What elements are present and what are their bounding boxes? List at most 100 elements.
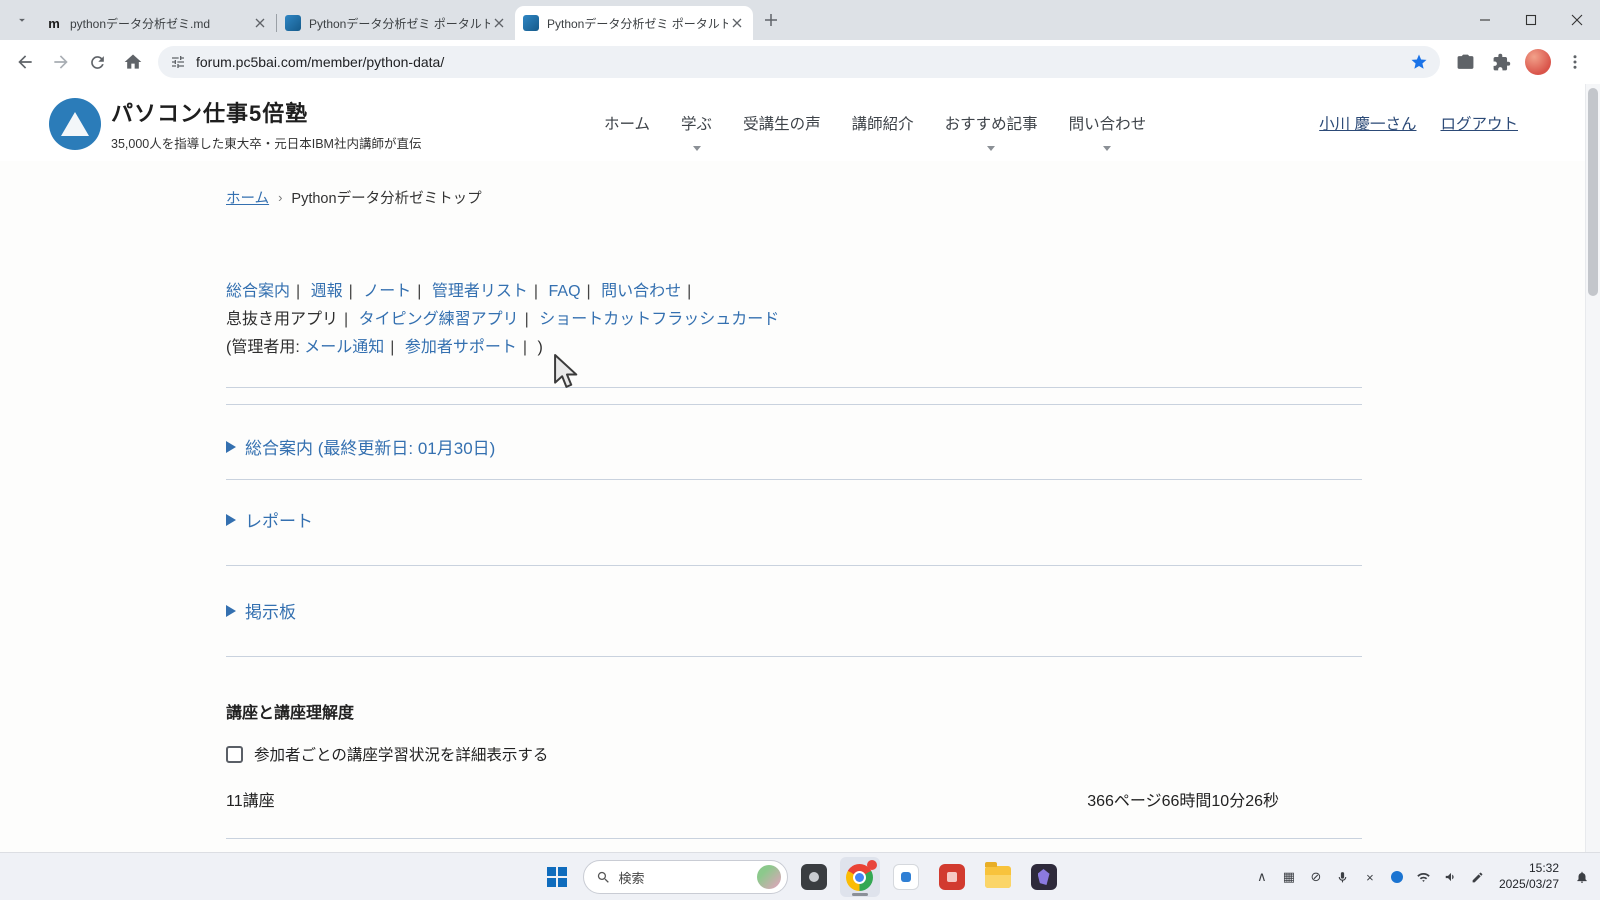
- breadcrumb-home-link[interactable]: ホーム: [226, 187, 269, 208]
- link-mail-notification[interactable]: メール通知: [304, 339, 384, 356]
- file-explorer-icon[interactable]: [978, 857, 1018, 897]
- windows-logo-icon: [547, 867, 567, 887]
- hidden-icons-chevron[interactable]: ∧: [1252, 863, 1272, 891]
- course-detail-checkbox-label[interactable]: 参加者ごとの講座学習状況を詳細表示する: [254, 743, 548, 765]
- app-icon-light[interactable]: [886, 857, 926, 897]
- plus-icon: [764, 13, 778, 27]
- extensions-puzzle-icon[interactable]: [1484, 45, 1518, 79]
- site-info-icon[interactable]: [170, 54, 186, 70]
- markdown-favicon: m: [46, 15, 62, 31]
- link-faq[interactable]: FAQ: [549, 283, 581, 300]
- link-typing-app[interactable]: タイピング練習アプリ: [359, 311, 519, 328]
- maximize-icon: [1525, 14, 1537, 26]
- tray-blocked-icon[interactable]: ⊘: [1306, 863, 1326, 891]
- forward-icon: [51, 52, 71, 72]
- forward-button[interactable]: [44, 45, 78, 79]
- link-shortcut-flashcards[interactable]: ショートカットフラッシュカード: [539, 311, 779, 328]
- close-icon: [1571, 14, 1583, 26]
- home-button[interactable]: [116, 45, 150, 79]
- taskbar-clock[interactable]: 15:32 2025/03/27: [1499, 861, 1559, 892]
- separator: |: [517, 339, 533, 356]
- link-admin-list[interactable]: 管理者リスト: [432, 283, 528, 300]
- bookmark-star-icon[interactable]: [1410, 53, 1428, 71]
- section-report[interactable]: レポート: [226, 507, 1362, 532]
- obsidian-icon[interactable]: [1024, 857, 1064, 897]
- pen-icon[interactable]: [1468, 863, 1488, 891]
- link-general-info[interactable]: 総合案内: [226, 283, 290, 300]
- nav-item-contact[interactable]: 問い合わせ: [1067, 108, 1149, 138]
- taskbar-search[interactable]: 検索: [583, 860, 788, 894]
- page-viewport: パソコン仕事5倍塾 35,000人を指導した東大卒・元日本IBM社内講師が直伝 …: [0, 84, 1600, 852]
- tray-grid-icon[interactable]: ▦: [1279, 863, 1299, 891]
- windows-taskbar: 検索 ∧ ▦ ⊘ × 15:32 2025/03/27: [0, 852, 1600, 900]
- app-icon-dark[interactable]: [794, 857, 834, 897]
- link-participant-support[interactable]: 参加者サポート: [405, 339, 517, 356]
- section-general-info[interactable]: 総合案内 (最終更新日: 01月30日): [226, 434, 1362, 459]
- course-total-duration: 366ページ66時間10分26秒: [1087, 787, 1279, 811]
- tab-title: Pythonデータ分析ゼミ ポータルトッ: [547, 15, 728, 32]
- admin-suffix-label: ): [537, 339, 542, 356]
- search-highlight-image[interactable]: [757, 865, 781, 889]
- tab-search-button[interactable]: [8, 6, 36, 34]
- link-notes[interactable]: ノート: [363, 283, 411, 300]
- tab-close-icon[interactable]: [251, 15, 268, 32]
- nav-item-recommended[interactable]: おすすめ記事: [943, 108, 1040, 138]
- section-bulletin-board[interactable]: 掲示板: [226, 598, 1362, 623]
- notification-badge: [867, 860, 877, 870]
- section-label: 総合案内 (最終更新日: 01月30日): [245, 434, 495, 459]
- back-button[interactable]: [8, 45, 42, 79]
- chrome-taskbar-icon[interactable]: [840, 857, 880, 897]
- browser-tab-portal-2-active[interactable]: Pythonデータ分析ゼミ ポータルトッ: [515, 6, 753, 40]
- scrollbar-thumb[interactable]: [1588, 88, 1598, 296]
- breadcrumb: ホーム › Pythonデータ分析ゼミトップ: [226, 187, 1362, 208]
- separator: |: [290, 283, 306, 300]
- breadcrumb-current: Pythonデータ分析ゼミトップ: [291, 187, 481, 208]
- app-icon-red[interactable]: [932, 857, 972, 897]
- url-text[interactable]: forum.pc5bai.com/member/python-data/: [196, 54, 1400, 70]
- address-bar[interactable]: forum.pc5bai.com/member/python-data/: [158, 46, 1440, 78]
- new-tab-button[interactable]: [757, 6, 785, 34]
- page-scrollbar[interactable]: [1585, 84, 1600, 852]
- course-detail-checkbox-row: 参加者ごとの講座学習状況を詳細表示する: [226, 743, 1362, 765]
- divider: [226, 479, 1362, 480]
- volume-icon[interactable]: [1441, 863, 1461, 891]
- window-maximize-button[interactable]: [1508, 0, 1554, 40]
- logout-link[interactable]: ログアウト: [1440, 112, 1518, 134]
- wifi-icon[interactable]: [1414, 863, 1434, 891]
- profile-avatar[interactable]: [1525, 49, 1551, 75]
- window-close-button[interactable]: [1554, 0, 1600, 40]
- divider: [226, 387, 1362, 388]
- nav-label: 学ぶ: [681, 116, 712, 133]
- chevron-down-icon: [1103, 146, 1111, 151]
- browser-menu-button[interactable]: [1558, 45, 1592, 79]
- divider: [226, 565, 1362, 566]
- nav-item-instructors[interactable]: 講師紹介: [850, 108, 916, 138]
- reload-button[interactable]: [80, 45, 114, 79]
- separator: |: [338, 311, 354, 328]
- search-icon: [596, 870, 611, 885]
- user-name-link[interactable]: 小川 慶一さん: [1319, 112, 1416, 134]
- link-contact[interactable]: 問い合わせ: [601, 283, 681, 300]
- notification-bell-icon[interactable]: [1572, 863, 1592, 891]
- quick-links-row-3: (管理者用: メール通知| 参加者サポート| ): [226, 334, 1362, 362]
- nav-item-learn[interactable]: 学ぶ: [679, 108, 714, 138]
- expand-triangle-icon: [226, 514, 236, 526]
- tab-close-icon[interactable]: [490, 15, 507, 32]
- course-detail-checkbox[interactable]: [226, 746, 243, 763]
- microphone-icon[interactable]: [1333, 863, 1353, 891]
- nav-item-student-voices[interactable]: 受講生の声: [741, 108, 823, 138]
- tab-close-icon[interactable]: [728, 15, 745, 32]
- site-title: パソコン仕事5倍塾: [111, 96, 421, 128]
- tray-close-icon[interactable]: ×: [1360, 863, 1380, 891]
- nav-item-home[interactable]: ホーム: [602, 108, 652, 138]
- break-apps-label: 息抜き用アプリ: [226, 311, 338, 328]
- start-button[interactable]: [537, 857, 577, 897]
- camera-extension-icon[interactable]: [1448, 45, 1482, 79]
- browser-tab-markdown[interactable]: m pythonデータ分析ゼミ.md: [38, 6, 276, 40]
- divider: [226, 656, 1362, 657]
- window-minimize-button[interactable]: [1462, 0, 1508, 40]
- browser-tab-portal-1[interactable]: Pythonデータ分析ゼミ ポータルトッ: [277, 6, 515, 40]
- tray-blue-dot-icon[interactable]: [1387, 863, 1407, 891]
- link-weekly-report[interactable]: 週報: [311, 283, 343, 300]
- site-logo-block[interactable]: パソコン仕事5倍塾 35,000人を指導した東大卒・元日本IBM社内講師が直伝: [49, 96, 421, 152]
